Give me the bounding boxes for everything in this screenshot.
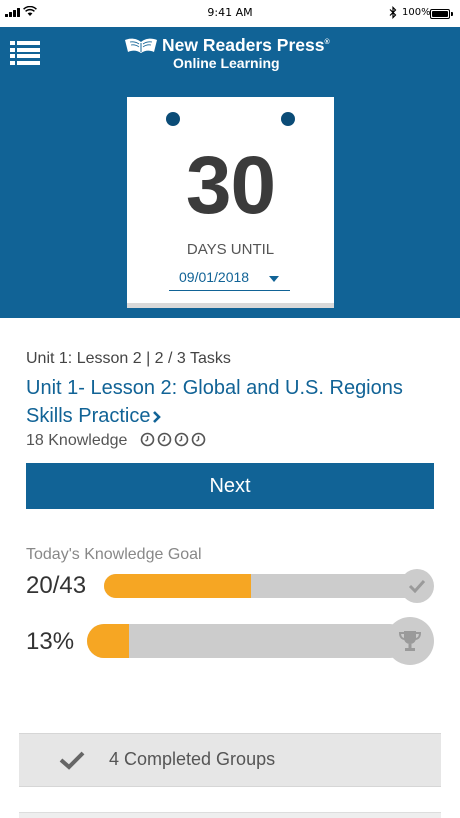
target-date-select[interactable]: 09/01/2018 [169,267,290,291]
target-date-value: 09/01/2018 [179,269,250,285]
knowledge-goal-heading: Today's Knowledge Goal [26,546,202,563]
knowledge-goal-fill [104,574,251,598]
clock-icon [157,432,172,447]
knowledge-clock-icons [140,432,206,447]
next-button[interactable]: Next [26,463,434,509]
knowledge-goal-track [104,574,420,598]
trophy-icon [398,631,422,651]
clock-icon [191,432,206,447]
bluetooth-icon [389,6,397,19]
next-section-edge [19,812,441,818]
completed-groups-label: 4 Completed Groups [109,749,276,769]
calendar-ring-left [166,112,180,126]
check-icon [408,579,426,593]
header: New Readers Press® Online Learning 30 DA… [0,27,460,318]
trophy-badge [386,617,434,665]
brand-subtitle: Online Learning [173,55,280,71]
check-badge [400,569,434,603]
knowledge-goal-value: 20/43 [26,572,87,599]
clock-icon [140,432,155,447]
battery-icon [430,9,453,19]
clock-icon [174,432,189,447]
completed-groups-row[interactable]: 4 Completed Groups [19,733,441,787]
caret-down-icon [269,276,279,282]
percent-goal-value: 13% [26,628,75,655]
battery-percent: 100% [402,7,431,18]
countdown-days: 30 [185,140,276,231]
lesson-knowledge: 18 Knowledge [26,432,206,450]
status-bar: 9:41 AM 100% [0,0,460,27]
menu-list-icon[interactable] [10,41,40,65]
countdown-calendar: 30 DAYS UNTIL 09/01/2018 [127,97,334,308]
percent-goal-fill [87,624,129,658]
open-book-icon [125,38,157,53]
calendar-ring-right [281,112,295,126]
lesson-meta: Unit 1: Lesson 2 | 2 / 3 Tasks [26,350,231,367]
lesson-title-line1: Unit 1- Lesson 2: Global and U.S. Region… [26,377,403,399]
brand-name: New Readers Press® [162,35,330,55]
percent-goal-track [87,624,407,658]
lesson-title-line2: Skills Practice [26,402,436,430]
check-icon [59,751,85,770]
brand-logo: New Readers Press® Online Learning [120,35,350,75]
countdown-label: DAYS UNTIL [186,241,275,258]
lesson-title-link[interactable]: Unit 1- Lesson 2: Global and U.S. Region… [26,374,436,430]
chevron-right-icon [153,410,162,423]
